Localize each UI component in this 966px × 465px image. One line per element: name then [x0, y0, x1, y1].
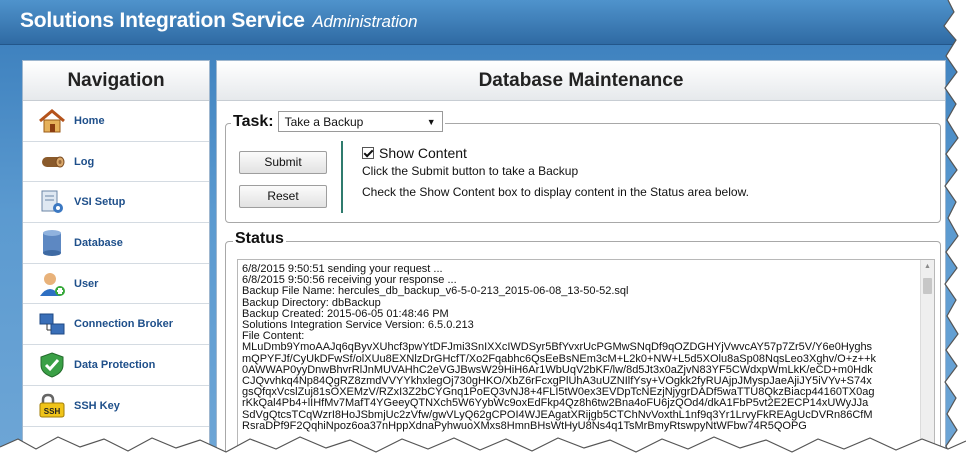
sidebar-item-label: SSH Key: [74, 399, 120, 412]
ssh-key-icon: SSH: [37, 391, 67, 421]
task-label: Task:: [233, 112, 274, 130]
app-title: Solutions Integration Service Administra…: [20, 9, 418, 32]
sidebar-item-label: User: [74, 277, 99, 290]
status-line: MLuDmb9YmoAAJq6qByvXUhcf3pwYtDFJmi3SnIXX…: [242, 341, 873, 354]
shield-icon: [37, 350, 67, 380]
navigation-title: Navigation: [23, 61, 209, 101]
sidebar-item-label: Home: [74, 114, 105, 127]
status-content: 6/8/2015 9:50:51 sending your request ..…: [242, 264, 918, 432]
status-line: Backup File Name: hercules_db_backup_v6-…: [242, 285, 629, 298]
sidebar-item-label: Database: [74, 236, 123, 249]
dropdown-arrow-icon: ▼: [426, 116, 436, 127]
reset-button[interactable]: Reset: [239, 185, 327, 208]
log-icon: [37, 147, 67, 177]
setup-icon: [37, 187, 67, 217]
sidebar-item-user[interactable]: User: [23, 264, 209, 305]
database-icon: [37, 228, 67, 258]
torn-edge-bottom: [0, 436, 966, 465]
house-icon: [37, 106, 67, 136]
sidebar-item-ssh-key[interactable]: SSH SSH Key: [23, 386, 209, 427]
task-select-value: Take a Backup: [284, 114, 364, 129]
sidebar-item-label: VSI Setup: [74, 196, 126, 209]
sidebar-item-label: Connection Broker: [74, 318, 174, 331]
sidebar-item-vsi-setup[interactable]: VSI Setup: [23, 182, 209, 224]
status-legend: Status: [233, 230, 286, 248]
app-header: Solutions Integration Service Administra…: [0, 0, 966, 45]
submit-button[interactable]: Submit: [239, 151, 327, 174]
app-window: Solutions Integration Service Administra…: [0, 0, 966, 465]
show-content-checkbox[interactable]: [362, 147, 374, 159]
sidebar-item-log[interactable]: Log: [23, 142, 209, 183]
sidebar-item-connection-broker[interactable]: Connection Broker: [23, 304, 209, 346]
show-content-label: Show Content: [379, 145, 467, 161]
sidebar-item-data-protection[interactable]: Data Protection: [23, 345, 209, 386]
divider: [341, 141, 343, 213]
show-content-row[interactable]: Show Content: [362, 145, 749, 161]
main-panel: Database Maintenance Task: Take a Backup…: [216, 60, 946, 465]
torn-edge-right: [943, 0, 966, 465]
status-line: Solutions Integration Service Version: 6…: [242, 319, 474, 332]
connection-broker-icon: [37, 309, 67, 339]
svg-text:SSH: SSH: [44, 407, 61, 416]
app-subtitle: Administration: [312, 12, 418, 31]
task-legend: Task: Take a Backup ▼: [231, 111, 445, 132]
sidebar-item-label: Data Protection: [74, 358, 156, 371]
sidebar-item-label: Log: [74, 155, 95, 168]
sidebar-item-home[interactable]: Home: [23, 101, 209, 142]
hint-text: Check the Show Content box to display co…: [362, 185, 749, 199]
task-options: Show Content Click the Submit button to …: [362, 145, 749, 199]
navigation-panel: Navigation Home Log VSI Setup Database U…: [22, 60, 210, 465]
hint-text: Click the Submit button to take a Backup: [362, 164, 579, 178]
status-line: rKkQal4Pb4+lIHfMv7MafT4YGeeyQTNXch5W6Yyb…: [242, 397, 869, 410]
user-icon: [37, 269, 67, 299]
task-select[interactable]: Take a Backup ▼: [277, 111, 443, 132]
sidebar-item-database[interactable]: Database: [23, 223, 209, 264]
page-title: Database Maintenance: [217, 61, 945, 101]
